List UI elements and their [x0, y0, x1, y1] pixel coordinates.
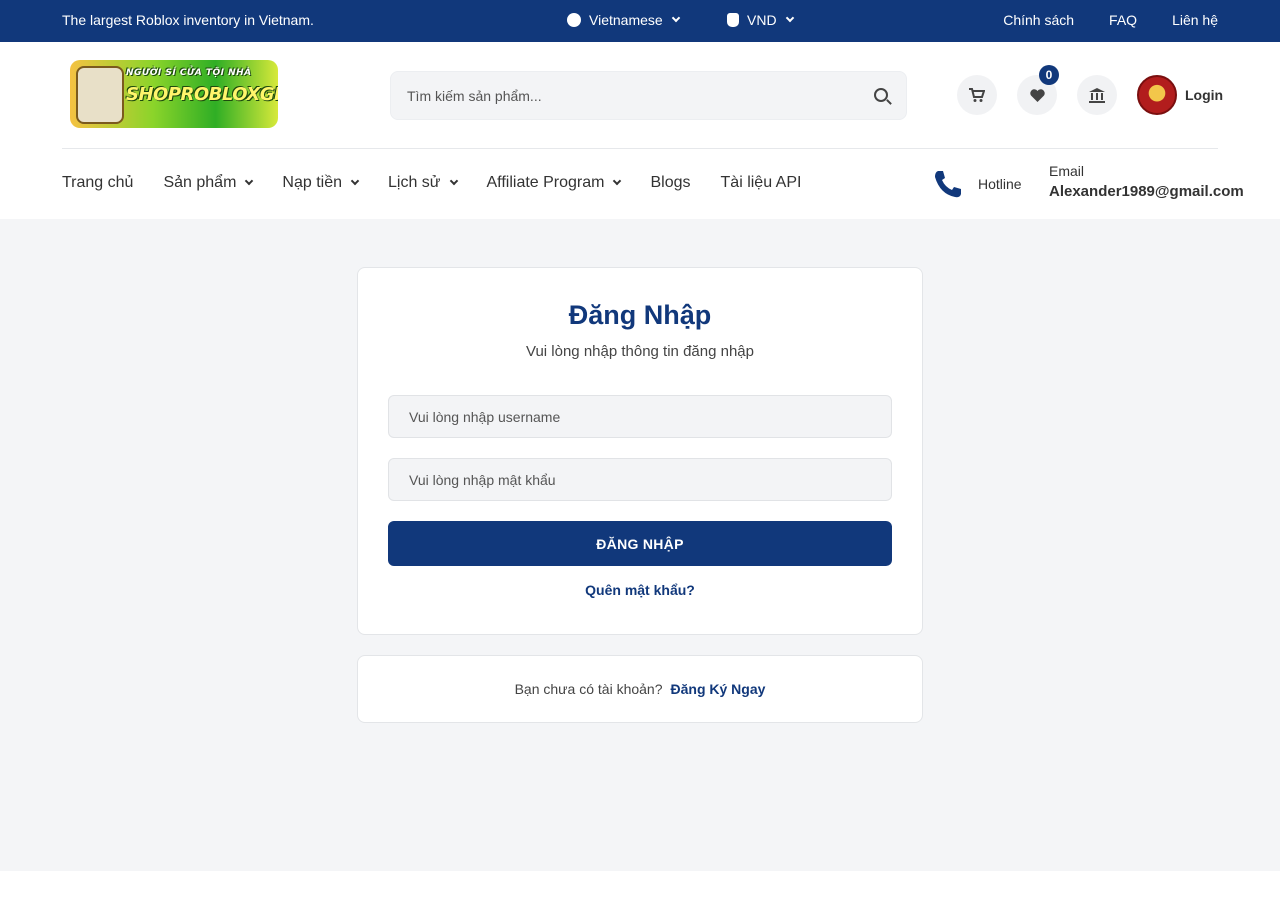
login-button[interactable]: ĐĂNG NHẬP — [388, 521, 892, 566]
tagline: The largest Roblox inventory in Vietnam. — [62, 12, 314, 28]
nav-item-history[interactable]: Lịch sử — [387, 174, 458, 192]
chevron-down-icon — [449, 176, 458, 186]
link-policy[interactable]: Chính sách — [1003, 12, 1074, 28]
hotline-label: Hotline — [978, 176, 1022, 192]
currency-label: VND — [747, 12, 777, 28]
nav-item-home[interactable]: Trang chủ — [62, 174, 133, 192]
register-question: Bạn chưa có tài khoản? — [514, 681, 663, 697]
login-subtitle: Vui lòng nhập thông tin đăng nhập — [526, 343, 754, 360]
password-input[interactable] — [409, 469, 869, 491]
nav-item-deposit[interactable]: Nạp tiền — [282, 174, 360, 192]
chevron-down-icon — [785, 13, 794, 23]
heart-icon — [1029, 88, 1045, 102]
header: NGƯỜI SÍ CỬA TỘI NHÀ SHOPROBLOXGIASI 0 L… — [0, 42, 1280, 148]
logo-text: NGƯỜI SÍ CỬA TỘI NHÀ SHOPROBLOXGIASI — [126, 68, 278, 105]
login-card: Đăng Nhập Vui lòng nhập thông tin đăng n… — [357, 267, 923, 635]
bank-button[interactable] — [1077, 75, 1117, 115]
login-link[interactable]: Login — [1185, 87, 1223, 103]
register-card: Bạn chưa có tài khoản? Đăng Ký Ngay — [357, 655, 923, 723]
search-icon[interactable] — [874, 88, 888, 102]
main-nav: Trang chủ Sản phẩm Nạp tiền Lịch sử Affi… — [0, 149, 1280, 219]
phone-icon — [935, 171, 961, 198]
nav-item-label: Blogs — [650, 174, 691, 191]
nav-item-products[interactable]: Sản phẩm — [163, 174, 254, 192]
avatar[interactable] — [1137, 75, 1177, 115]
language-label: Vietnamese — [589, 12, 663, 28]
email-label: Email — [1049, 163, 1085, 179]
username-field — [388, 395, 892, 438]
chevron-down-icon — [245, 176, 254, 186]
wishlist-count-badge: 0 — [1039, 65, 1059, 85]
nav-item-label: Tài liệu API — [720, 174, 802, 191]
nav-item-label: Trang chủ — [62, 174, 134, 191]
link-faq[interactable]: FAQ — [1109, 12, 1137, 28]
nav-menu: Trang chủ Sản phẩm Nạp tiền Lịch sử Affi… — [62, 174, 801, 192]
search-box — [390, 71, 907, 120]
main-content: Đăng Nhập Vui lòng nhập thông tin đăng n… — [0, 219, 1280, 871]
logo-character — [76, 66, 124, 124]
cart-button[interactable] — [957, 75, 997, 115]
nav-item-label: Lịch sử — [387, 174, 441, 191]
nav-item-label: Affiliate Program — [486, 174, 605, 191]
email-value[interactable]: Alexander1989@gmail.com — [1049, 183, 1244, 200]
forgot-password-link[interactable]: Quên mật khẩu? — [358, 582, 922, 598]
top-bar: The largest Roblox inventory in Vietnam.… — [0, 0, 1280, 42]
money-bag-icon — [727, 13, 739, 27]
currency-selector[interactable]: VND — [727, 12, 794, 28]
nav-item-label: Sản phẩm — [163, 174, 237, 191]
chevron-down-icon — [350, 176, 360, 186]
password-field — [388, 458, 892, 501]
top-links: Chính sách FAQ Liên hệ — [1003, 12, 1218, 28]
bank-icon — [1089, 87, 1105, 103]
nav-item-label: Nạp tiền — [282, 174, 342, 191]
cart-icon — [969, 87, 985, 102]
logo-tagline: NGƯỜI SÍ CỬA TỘI NHÀ — [126, 68, 252, 78]
login-title: Đăng Nhập — [568, 300, 712, 330]
username-input[interactable] — [409, 406, 869, 428]
logo-wordmark: SHOPROBLOXGIASI — [126, 84, 278, 105]
register-link[interactable]: Đăng Ký Ngay — [671, 681, 766, 697]
chevron-down-icon — [613, 176, 622, 186]
chevron-down-icon — [671, 13, 680, 23]
nav-item-affiliate[interactable]: Affiliate Program — [486, 174, 622, 192]
link-contact[interactable]: Liên hệ — [1172, 12, 1218, 28]
globe-icon — [567, 13, 581, 27]
language-selector[interactable]: Vietnamese — [567, 12, 680, 28]
search-input[interactable] — [407, 84, 847, 108]
site-logo[interactable]: NGƯỜI SÍ CỬA TỘI NHÀ SHOPROBLOXGIASI — [70, 60, 278, 128]
nav-item-blogs[interactable]: Blogs — [650, 174, 690, 192]
nav-item-api-docs[interactable]: Tài liệu API — [721, 174, 802, 192]
